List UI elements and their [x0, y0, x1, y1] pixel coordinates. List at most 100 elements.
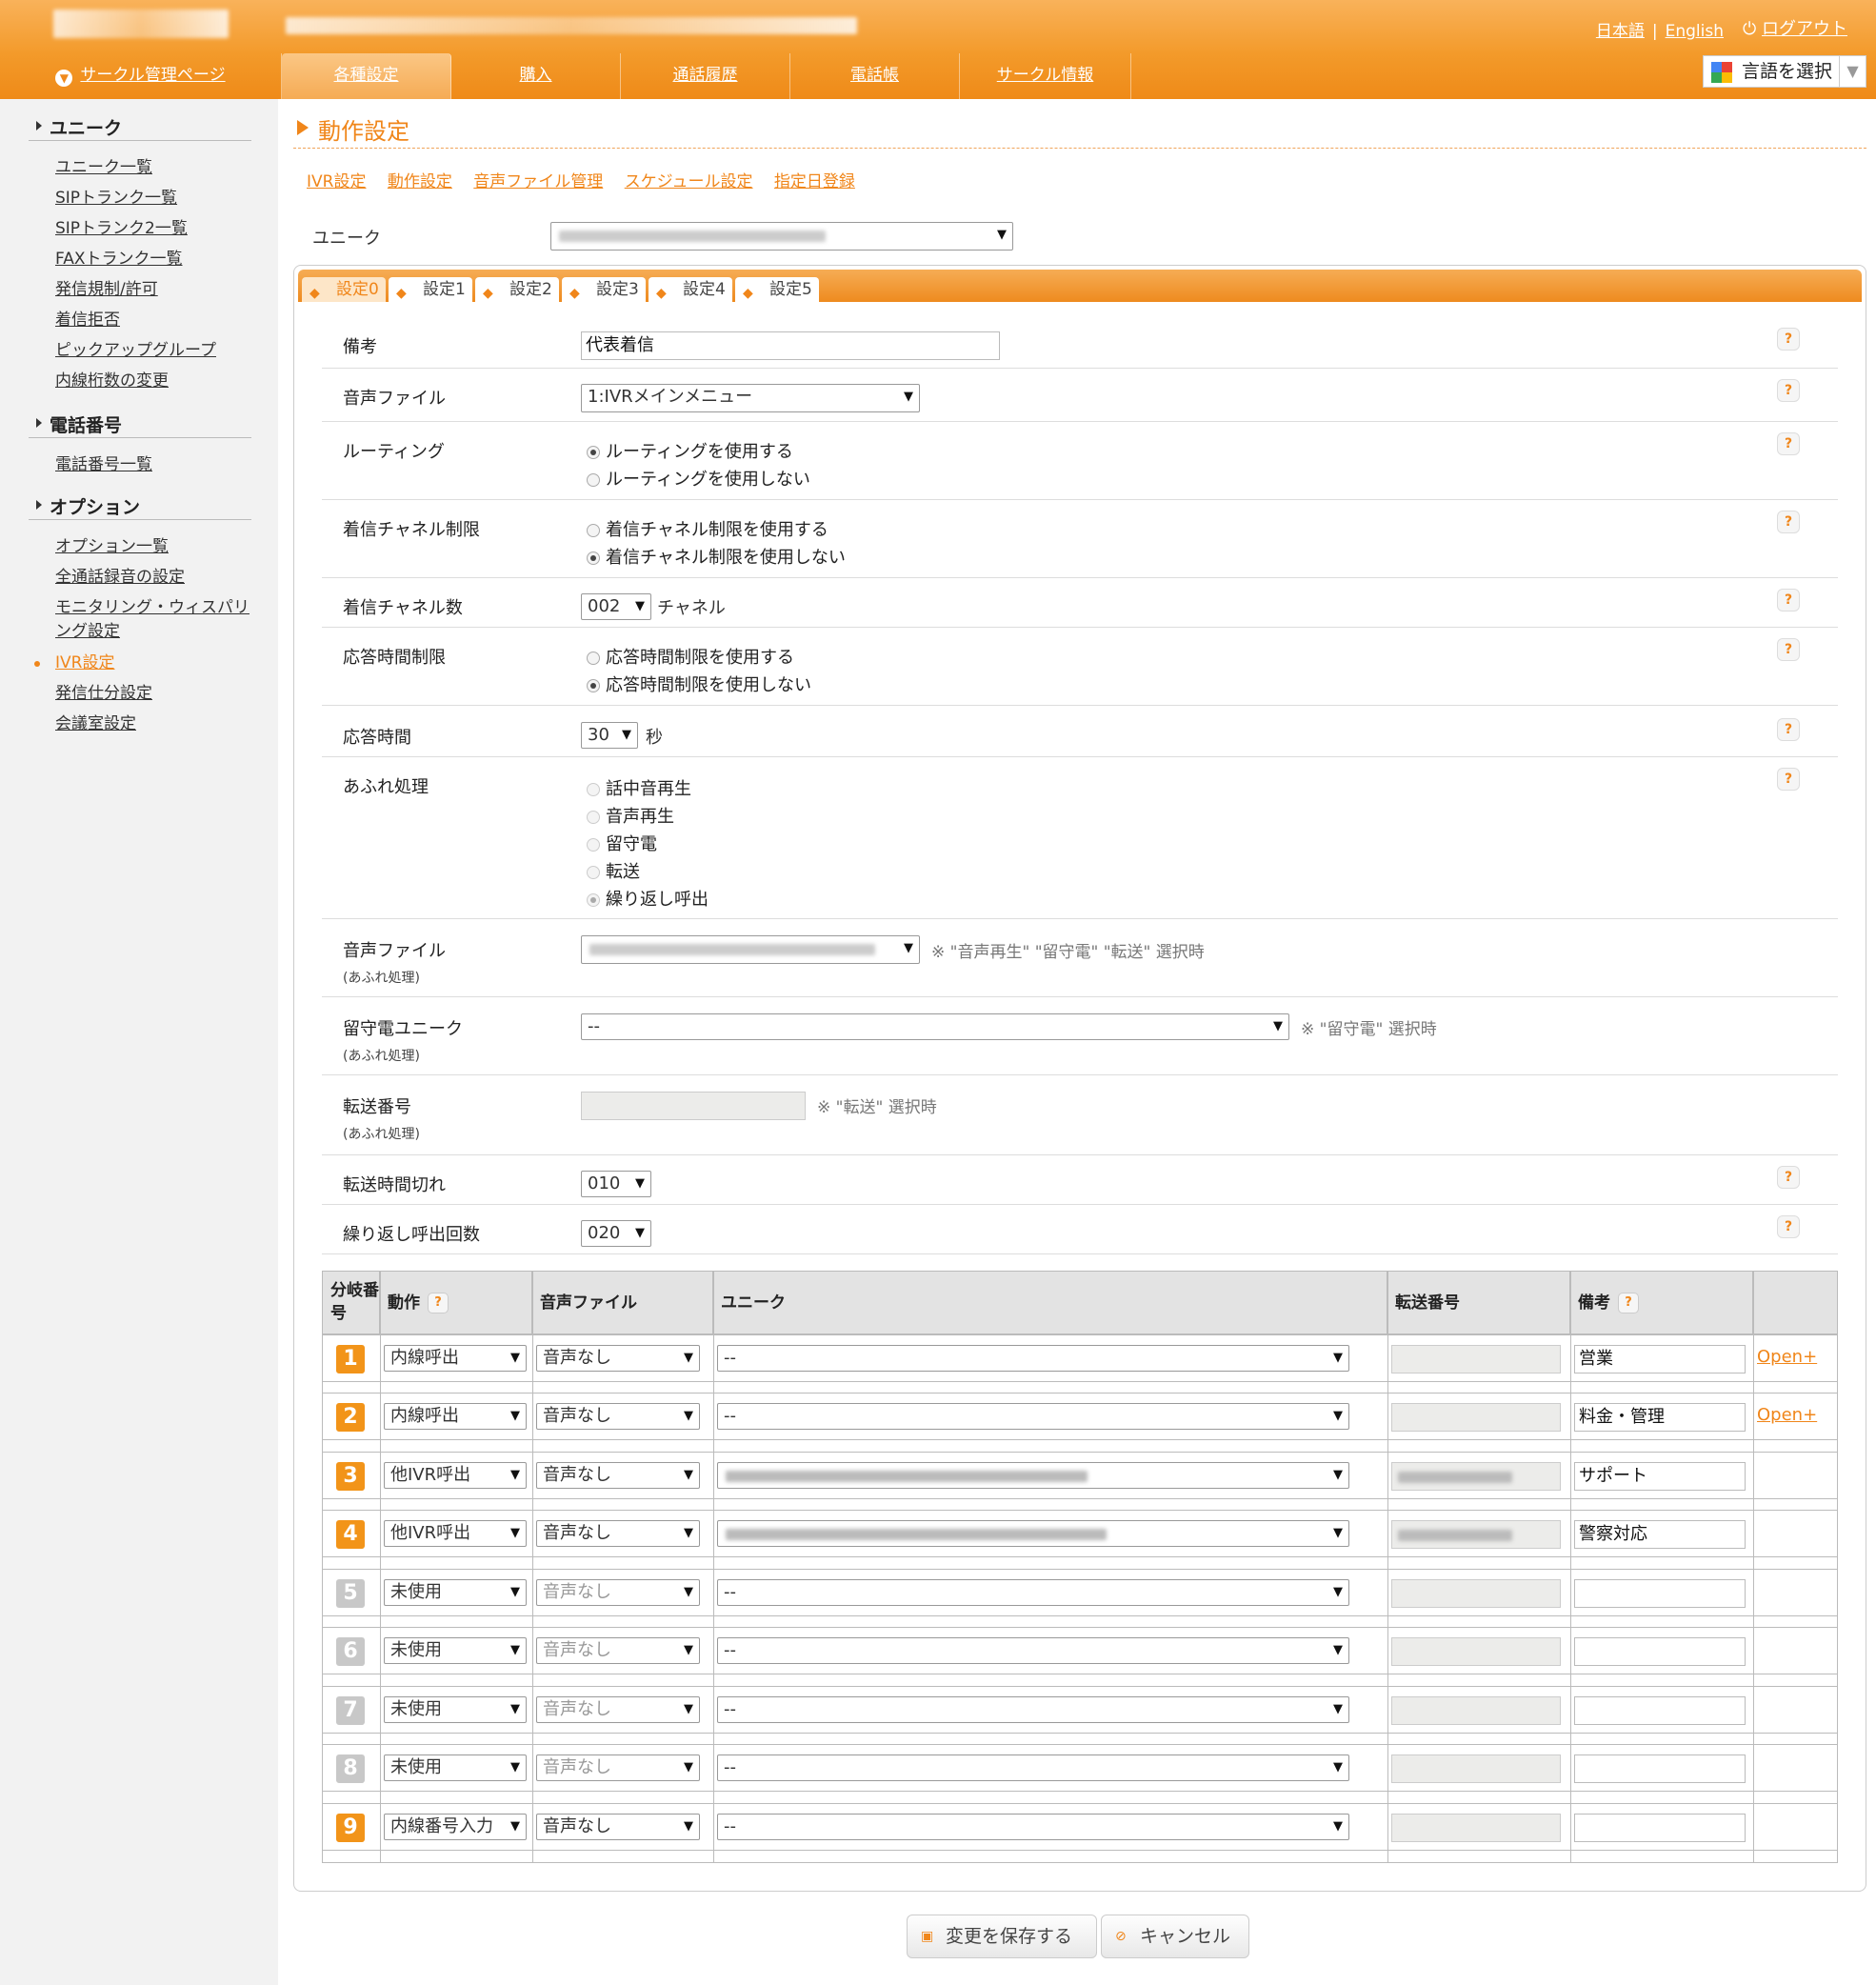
audio-select[interactable]: 音声なし ▼	[536, 1696, 700, 1723]
radio-button[interactable]	[587, 473, 600, 487]
open-link[interactable]: Open+	[1757, 1347, 1817, 1367]
sidebar-item-dispatch[interactable]: 発信仕分設定	[55, 682, 265, 706]
sidebar-item-monitoring[interactable]: モニタリング・ウィスパリング設定	[55, 596, 259, 644]
audio-select[interactable]: 音声なし ▼	[536, 1345, 700, 1372]
answer-limit-option-nouse[interactable]: 応答時間制限を使用しない	[587, 672, 811, 696]
overflow-option-transfer[interactable]: 転送	[587, 858, 640, 883]
transfer-number-input[interactable]	[1391, 1579, 1561, 1608]
sidebar-item-outgoing-restrict[interactable]: 発信規制/許可	[55, 278, 265, 302]
unique-select[interactable]: -- ▼	[717, 1754, 1349, 1781]
nav-purchase-label[interactable]: 購入	[520, 66, 552, 85]
transfer-number-input[interactable]	[1391, 1462, 1561, 1491]
nav-call-history[interactable]: 通話履歴	[621, 53, 790, 99]
audio-select[interactable]: 音声なし ▼	[536, 1520, 700, 1547]
transfer-number-input[interactable]	[1391, 1696, 1561, 1725]
radio-button[interactable]	[587, 811, 600, 824]
remark-input[interactable]: 警察対応	[1574, 1520, 1746, 1549]
unique-select[interactable]: -- ▼	[717, 1696, 1349, 1723]
nav-circle-info-label[interactable]: サークル情報	[997, 66, 1094, 85]
radio-button[interactable]	[587, 446, 600, 459]
help-icon[interactable]: ?	[1777, 432, 1800, 455]
unique-select[interactable]: ▼	[550, 222, 1013, 251]
sidebar-item-pickup-group[interactable]: ピックアップグループ	[55, 339, 265, 363]
help-icon[interactable]: ?	[1777, 511, 1800, 533]
transfer-timeout-select[interactable]: 010 ▼	[581, 1171, 651, 1197]
answer-time-select[interactable]: 30 ▼	[581, 722, 638, 749]
radio-button[interactable]	[587, 838, 600, 852]
radio-button[interactable]	[587, 551, 600, 565]
unique-select[interactable]: -- ▼	[717, 1814, 1349, 1840]
help-icon[interactable]: ?	[1777, 768, 1800, 791]
help-icon[interactable]: ?	[1777, 379, 1800, 402]
repeat-count-select[interactable]: 020 ▼	[581, 1220, 651, 1247]
unique-select[interactable]: -- ▼	[717, 1345, 1349, 1372]
overflow-option-repeat[interactable]: 繰り返し呼出	[587, 886, 708, 911]
transfer-number-input[interactable]	[1391, 1637, 1561, 1666]
sidebar-item-ivr[interactable]: IVR設定	[34, 652, 265, 675]
help-icon[interactable]: ?	[1777, 1166, 1800, 1189]
overflow-option-voicemail[interactable]: 留守電	[587, 831, 657, 855]
tab-setting-1[interactable]: ◆ 設定1	[389, 277, 472, 302]
remark-input[interactable]: 料金・管理	[1574, 1403, 1746, 1432]
remark-input[interactable]: 代表着信	[581, 331, 1000, 360]
lang-ja-link[interactable]: 日本語	[1596, 22, 1645, 41]
sidebar-item-conference[interactable]: 会議室設定	[55, 712, 265, 736]
action-select[interactable]: 内線呼出 ▼	[384, 1403, 527, 1430]
unique-select[interactable]: ▼	[717, 1462, 1349, 1489]
overflow-option-busy[interactable]: 話中音再生	[587, 775, 691, 800]
transfer-number-input[interactable]	[1391, 1814, 1561, 1842]
remark-input[interactable]: サポート	[1574, 1462, 1746, 1491]
radio-button[interactable]	[587, 524, 600, 537]
nav-settings[interactable]: 各種設定	[282, 53, 451, 99]
nav-circle-info[interactable]: サークル情報	[960, 53, 1131, 99]
action-select[interactable]: 未使用 ▼	[384, 1696, 527, 1723]
action-select[interactable]: 他IVR呼出 ▼	[384, 1520, 527, 1547]
action-select[interactable]: 未使用 ▼	[384, 1637, 527, 1664]
action-select[interactable]: 未使用 ▼	[384, 1754, 527, 1781]
unique-select[interactable]: -- ▼	[717, 1637, 1349, 1664]
channel-count-select[interactable]: 002 ▼	[581, 593, 651, 620]
language-select[interactable]: 言語を選択 ▼	[1703, 55, 1866, 88]
nav-settings-label[interactable]: 各種設定	[334, 66, 399, 85]
sidebar-item-sip-trunk2[interactable]: SIPトランク2一覧	[55, 217, 265, 241]
sidebar-item-reject[interactable]: 着信拒否	[55, 309, 265, 332]
radio-button[interactable]	[587, 783, 600, 796]
sub-link-ivr[interactable]: IVR設定	[307, 172, 366, 191]
help-icon[interactable]: ?	[428, 1293, 449, 1313]
overflow-audio-select[interactable]: ▼	[581, 935, 920, 964]
nav-phonebook-label[interactable]: 電話帳	[850, 66, 899, 85]
open-link[interactable]: Open+	[1757, 1405, 1817, 1425]
action-select[interactable]: 未使用 ▼	[384, 1579, 527, 1606]
save-button[interactable]: ▣ 変更を保存する	[907, 1915, 1097, 1958]
transfer-number-input[interactable]	[1391, 1403, 1561, 1432]
audio-select[interactable]: 音声なし ▼	[536, 1579, 700, 1606]
sub-link-behavior[interactable]: 動作設定	[388, 172, 452, 191]
nav-circle-home[interactable]: ▼ サークル管理ページ	[0, 53, 282, 99]
action-select[interactable]: 他IVR呼出 ▼	[384, 1462, 527, 1489]
radio-button[interactable]	[587, 866, 600, 879]
radio-button[interactable]	[587, 652, 600, 665]
unique-select[interactable]: ▼	[717, 1520, 1349, 1547]
nav-phonebook[interactable]: 電話帳	[790, 53, 960, 99]
transfer-number-input[interactable]	[1391, 1345, 1561, 1373]
channel-limit-option-use[interactable]: 着信チャネル制限を使用する	[587, 516, 828, 541]
audio-select[interactable]: 音声なし ▼	[536, 1637, 700, 1664]
channel-limit-option-nouse[interactable]: 着信チャネル制限を使用しない	[587, 544, 846, 569]
answer-limit-option-use[interactable]: 応答時間制限を使用する	[587, 644, 794, 669]
radio-button[interactable]	[587, 893, 600, 907]
audio-select[interactable]: 音声なし ▼	[536, 1403, 700, 1430]
help-icon[interactable]: ?	[1777, 589, 1800, 612]
lang-en-link[interactable]: English	[1666, 22, 1724, 41]
audio-select[interactable]: 音声なし ▼	[536, 1754, 700, 1781]
remark-input[interactable]	[1574, 1579, 1746, 1608]
nav-circle-home-label[interactable]: サークル管理ページ	[80, 66, 225, 85]
action-select[interactable]: 内線呼出 ▼	[384, 1345, 527, 1372]
sidebar-item-unique-list[interactable]: ユニーク一覧	[55, 156, 265, 180]
audio-file-select[interactable]: 1:IVRメインメニュー ▼	[581, 384, 920, 412]
remark-input[interactable]: 営業	[1574, 1345, 1746, 1373]
routing-option-use[interactable]: ルーティングを使用する	[587, 438, 793, 463]
unique-select[interactable]: -- ▼	[717, 1403, 1349, 1430]
remark-input[interactable]	[1574, 1696, 1746, 1725]
remark-input[interactable]	[1574, 1814, 1746, 1842]
sidebar-item-extension-digits[interactable]: 内線桁数の変更	[55, 370, 265, 393]
